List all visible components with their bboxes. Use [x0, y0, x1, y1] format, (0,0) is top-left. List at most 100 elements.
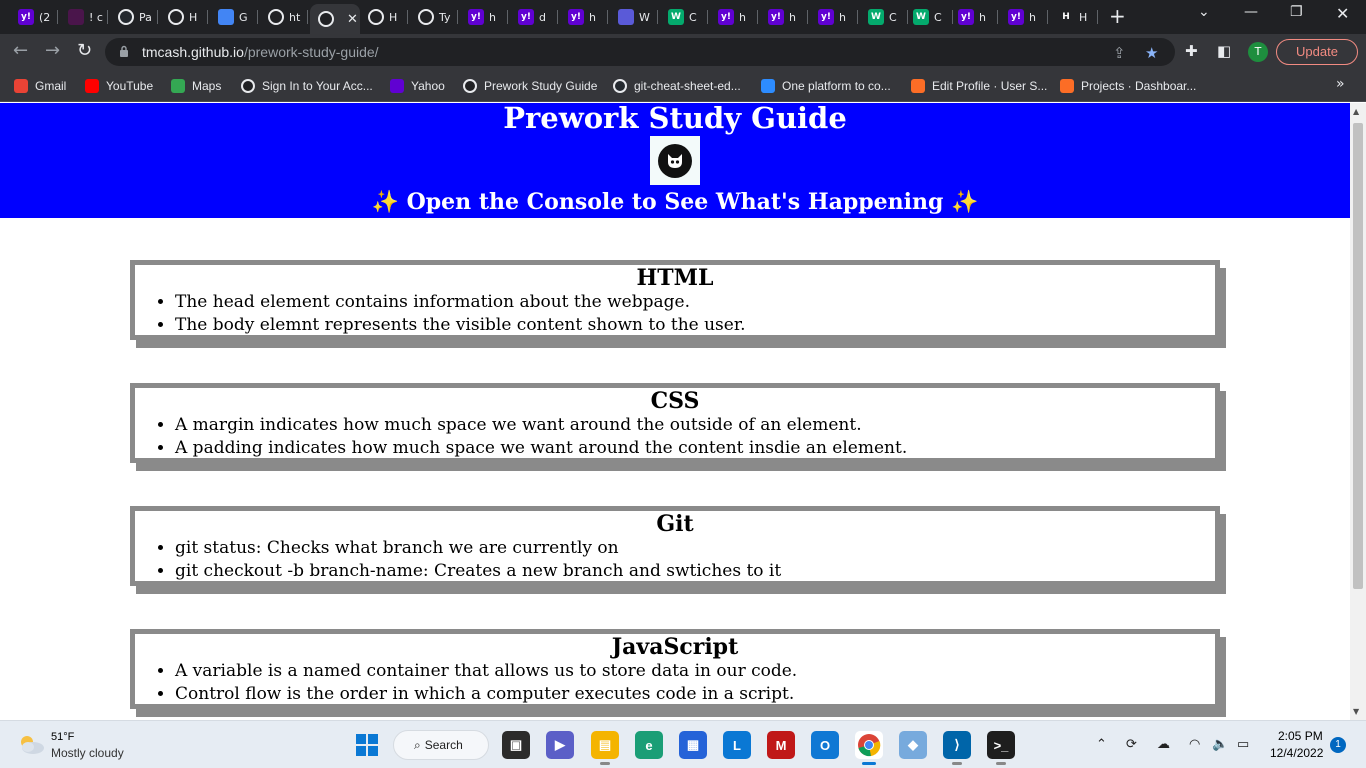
slack-icon	[68, 9, 84, 25]
close-tab-icon[interactable]: ✕	[347, 12, 358, 27]
browser-tab[interactable]: y! (2	[10, 6, 58, 28]
browser-tab[interactable]: HH	[1050, 6, 1098, 28]
task-view-icon[interactable]: ▣	[502, 731, 530, 759]
chrome-icon[interactable]	[855, 731, 883, 765]
scroll-down-icon[interactable]: ▼	[1353, 707, 1359, 716]
clock-date[interactable]: 12/4/2022	[1270, 746, 1323, 760]
tab-divider	[607, 10, 608, 24]
browser-tab[interactable]: y! d	[510, 6, 558, 28]
bookmark-item[interactable]: Prework Study Guide	[463, 77, 597, 95]
browser-tab[interactable]: WC	[860, 6, 908, 28]
browser-tab[interactable]: y! h	[460, 6, 508, 28]
bookmark-item[interactable]: One platform to co...	[761, 77, 891, 95]
globe-icon	[368, 9, 384, 25]
taskbar-search[interactable]: ⌕ Search	[393, 730, 489, 760]
htg-icon: H	[1058, 9, 1074, 25]
new-tab-button[interactable]: +	[1109, 6, 1126, 26]
tab-title: ht	[289, 10, 301, 24]
wifi-icon[interactable]: ◠	[1189, 736, 1200, 752]
tray-chevron-icon[interactable]: ⌃	[1096, 736, 1107, 752]
weather-description[interactable]: Mostly cloudy	[51, 746, 124, 760]
browser-tab[interactable]: WC	[905, 6, 953, 28]
bookmarks-overflow-icon[interactable]: »	[1336, 76, 1345, 92]
browser-tab[interactable]: y! h	[810, 6, 858, 28]
back-icon[interactable]: ←	[13, 42, 28, 60]
tab-title: h	[739, 10, 746, 24]
store-icon[interactable]: ▦	[679, 731, 707, 759]
tab-divider	[1097, 10, 1098, 24]
browser-tab[interactable]: y! h	[560, 6, 608, 28]
browser-tab[interactable]: Pa	[110, 6, 158, 28]
weather-temp[interactable]: 51°F	[51, 731, 74, 743]
bookmark-item[interactable]: Maps	[171, 77, 221, 95]
volume-icon[interactable]: 🔈	[1212, 736, 1228, 752]
side-panel-icon[interactable]: ◧	[1217, 42, 1231, 60]
edge-icon[interactable]: e	[635, 731, 663, 759]
bookmark-item[interactable]: Yahoo	[390, 77, 445, 95]
browser-tab[interactable]: H	[160, 6, 208, 28]
cloud-sync-icon[interactable]: ☁	[1157, 736, 1170, 752]
browser-tab[interactable]: y! h	[950, 6, 998, 28]
tab-divider	[307, 10, 308, 24]
bookmark-star-icon[interactable]: ★	[1145, 44, 1158, 62]
l-app-icon[interactable]: L	[723, 731, 751, 759]
scroll-up-icon[interactable]: ▲	[1353, 107, 1359, 116]
study-section-git: Gitgit status: Checks what branch we are…	[130, 506, 1220, 586]
mcafee-icon[interactable]: M	[767, 731, 795, 759]
terminal-icon[interactable]: >_	[987, 731, 1015, 765]
teams-chat-icon[interactable]: ▶	[546, 731, 574, 759]
windows-start-icon[interactable]	[353, 731, 381, 759]
scroll-thumb[interactable]	[1353, 123, 1363, 589]
tab-search-icon[interactable]: ⌄	[1198, 4, 1210, 20]
bookmark-item[interactable]: git-cheat-sheet-ed...	[613, 77, 741, 95]
outlook-icon[interactable]: O	[811, 731, 839, 759]
battery-icon[interactable]: ▭	[1237, 736, 1249, 752]
clock-time[interactable]: 2:05 PM	[1278, 729, 1323, 743]
tab-title: h	[489, 10, 496, 24]
w3schools-icon: W	[913, 9, 929, 25]
bookmark-item[interactable]: YouTube	[85, 77, 153, 95]
browser-tab[interactable]: y! h	[760, 6, 808, 28]
browser-tab[interactable]: ht	[260, 6, 308, 28]
browser-tab[interactable]: ✕	[310, 4, 360, 34]
tab-divider	[157, 10, 158, 24]
minimize-button[interactable]: —	[1244, 4, 1258, 20]
extensions-icon[interactable]: ✚	[1185, 42, 1198, 60]
browser-tab[interactable]: W	[610, 6, 658, 28]
restore-button[interactable]: ❐	[1290, 4, 1303, 20]
bookmark-item[interactable]: Sign In to Your Acc...	[241, 77, 373, 95]
browser-tab[interactable]: G	[210, 6, 258, 28]
address-bar[interactable]: tmcash.github.io/prework-study-guide/ ⇪ …	[105, 38, 1175, 66]
file-explorer-icon[interactable]: ▤	[591, 731, 619, 765]
browser-tab[interactable]: H	[360, 6, 408, 28]
forward-icon[interactable]: →	[45, 42, 60, 60]
section-heading: HTML	[636, 265, 714, 291]
c-icon	[618, 9, 634, 25]
reload-icon[interactable]: ↻	[77, 42, 92, 60]
bookmark-item[interactable]: Edit Profile · User S...	[911, 77, 1047, 95]
tab-divider	[997, 10, 998, 24]
list-item: Control flow is the order in which a com…	[175, 683, 1215, 706]
tab-divider	[457, 10, 458, 24]
book-icon	[218, 9, 234, 25]
browser-tab[interactable]: ! c	[60, 6, 108, 28]
sync-icon[interactable]: ⟳	[1126, 736, 1137, 752]
profile-avatar[interactable]: T	[1248, 42, 1268, 62]
share-icon[interactable]: ⇪	[1113, 44, 1126, 62]
vscode-icon[interactable]: ⟩	[943, 731, 971, 765]
browser-tab[interactable]: Ty	[410, 6, 458, 28]
browser-tab[interactable]: y! h	[1000, 6, 1048, 28]
browser-tab[interactable]: y! h	[710, 6, 758, 28]
cloudy-weather-icon[interactable]	[16, 733, 46, 755]
browser-tab[interactable]: WC	[660, 6, 708, 28]
update-button[interactable]: Update	[1276, 39, 1358, 65]
list-item: A padding indicates how much space we wa…	[175, 437, 1215, 460]
bookmark-item[interactable]: Projects · Dashboar...	[1060, 77, 1196, 95]
hero-banner: Prework Study Guide ✨ Open the Console t…	[0, 103, 1350, 218]
gitkraken-icon[interactable]: ◆	[899, 731, 927, 759]
yahoo-mail-icon: y!	[18, 9, 34, 25]
close-window-button[interactable]: ✕	[1336, 4, 1349, 23]
notification-badge[interactable]: 1	[1330, 737, 1346, 753]
bookmark-item[interactable]: Gmail	[14, 77, 66, 95]
page-scrollbar[interactable]: ▲ ▼	[1350, 103, 1366, 720]
